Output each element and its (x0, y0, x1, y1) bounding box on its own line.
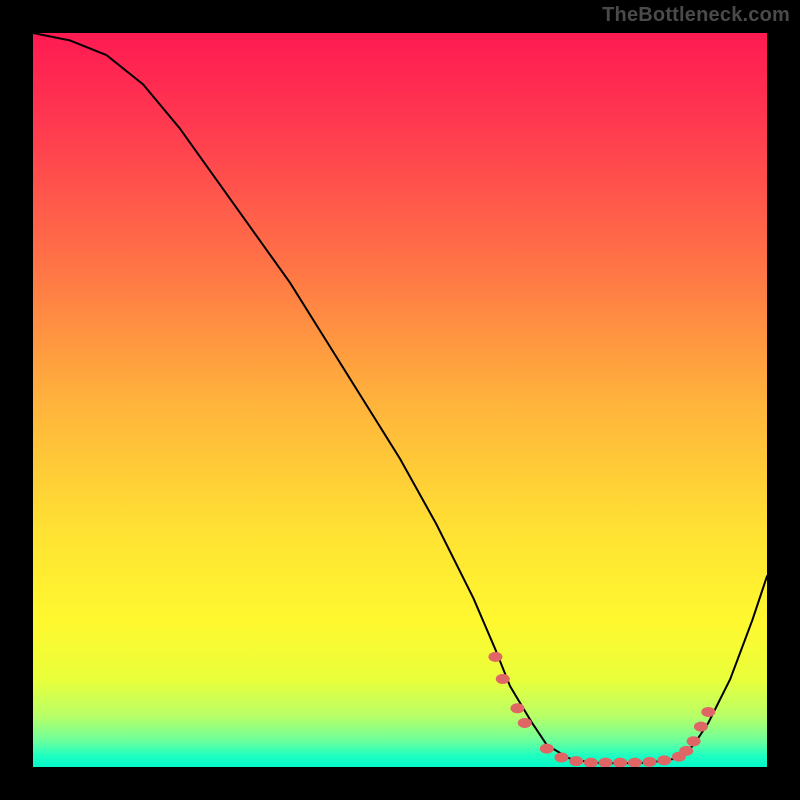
marker-dot (643, 757, 657, 767)
marker-dot (554, 752, 568, 762)
marker-dot (694, 722, 708, 732)
marker-dot (679, 746, 693, 756)
chart-stage: TheBottleneck.com (0, 0, 800, 800)
gradient-background (33, 33, 767, 767)
marker-dot (540, 744, 554, 754)
marker-dot (518, 718, 532, 728)
marker-dot (510, 703, 524, 713)
marker-dot (569, 756, 583, 766)
chart-canvas (33, 33, 767, 767)
marker-dot (657, 755, 671, 765)
plot-frame (33, 33, 767, 767)
marker-dot (687, 736, 701, 746)
marker-dot (701, 707, 715, 717)
watermark-text: TheBottleneck.com (602, 4, 790, 27)
marker-dot (488, 652, 502, 662)
marker-dot (496, 674, 510, 684)
